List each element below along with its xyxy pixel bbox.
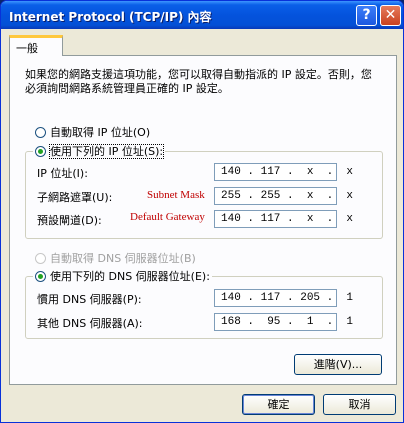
preferred-dns-input[interactable]: 140 . 117 . 205 . 1 xyxy=(214,289,353,307)
radio-auto-dns-button[interactable] xyxy=(35,253,46,264)
radio-auto-dns-label: 自動取得 DNS 伺服器位址(B) xyxy=(50,252,196,265)
ip-address-label: IP 位址(I): xyxy=(37,167,88,180)
advanced-button[interactable]: 進階(V)... xyxy=(294,354,382,375)
tab-general-label: 一般 xyxy=(16,42,38,55)
default-gateway-input[interactable]: 140 . 117 . x . x xyxy=(214,210,353,228)
radio-auto-ip[interactable]: 自動取得 IP 位址(O) xyxy=(35,124,150,140)
subnet-mask-annotation: Subnet Mask xyxy=(147,189,205,201)
radio-manual-ip-label: 使用下列的 IP 位址(S): xyxy=(48,144,165,159)
help-button[interactable]: ? xyxy=(356,5,377,26)
radio-manual-dns[interactable]: 使用下列的 DNS 伺服器位址(E): xyxy=(33,268,212,284)
radio-manual-dns-label: 使用下列的 DNS 伺服器位址(E): xyxy=(50,270,210,283)
cancel-button[interactable]: 取消 xyxy=(323,394,396,415)
preferred-dns-label: 慣用 DNS 伺服器(P): xyxy=(37,293,142,306)
ip-address-input[interactable]: 140 . 117 . x . x xyxy=(214,163,353,181)
description-text: 如果您的網路支援這項功能，您可以取得自動指派的 IP 設定。否則，您必須詢問網路… xyxy=(25,68,372,95)
radio-manual-dns-button[interactable] xyxy=(35,271,46,282)
radio-manual-ip-button[interactable] xyxy=(35,146,46,157)
ok-button[interactable]: 確定 xyxy=(242,394,315,415)
default-gateway-annotation: Default Gateway xyxy=(130,211,205,223)
tab-general[interactable]: 一般 xyxy=(9,35,63,56)
subnet-mask-input[interactable]: 255 . 255 . x . x xyxy=(214,187,353,205)
radio-auto-ip-label: 自動取得 IP 位址(O) xyxy=(50,126,151,139)
radio-auto-dns[interactable]: 自動取得 DNS 伺服器位址(B) xyxy=(35,250,196,266)
title-bar[interactable]: Internet Protocol (TCP/IP) 內容 ? ✕ xyxy=(1,1,403,29)
dialog-window: Internet Protocol (TCP/IP) 內容 ? ✕ 一般 如果您… xyxy=(0,0,404,423)
radio-manual-ip[interactable]: 使用下列的 IP 位址(S): xyxy=(33,143,166,159)
close-button[interactable]: ✕ xyxy=(380,5,401,26)
alternate-dns-label: 其他 DNS 伺服器(A): xyxy=(37,317,143,330)
subnet-mask-label: 子網路遮罩(U): xyxy=(37,191,113,204)
default-gateway-label: 預設閘道(D): xyxy=(37,214,102,227)
radio-auto-ip-button[interactable] xyxy=(35,127,46,138)
alternate-dns-input[interactable]: 168 . 95 . 1 . 1 xyxy=(214,313,353,331)
window-title: Internet Protocol (TCP/IP) 內容 xyxy=(9,10,212,24)
